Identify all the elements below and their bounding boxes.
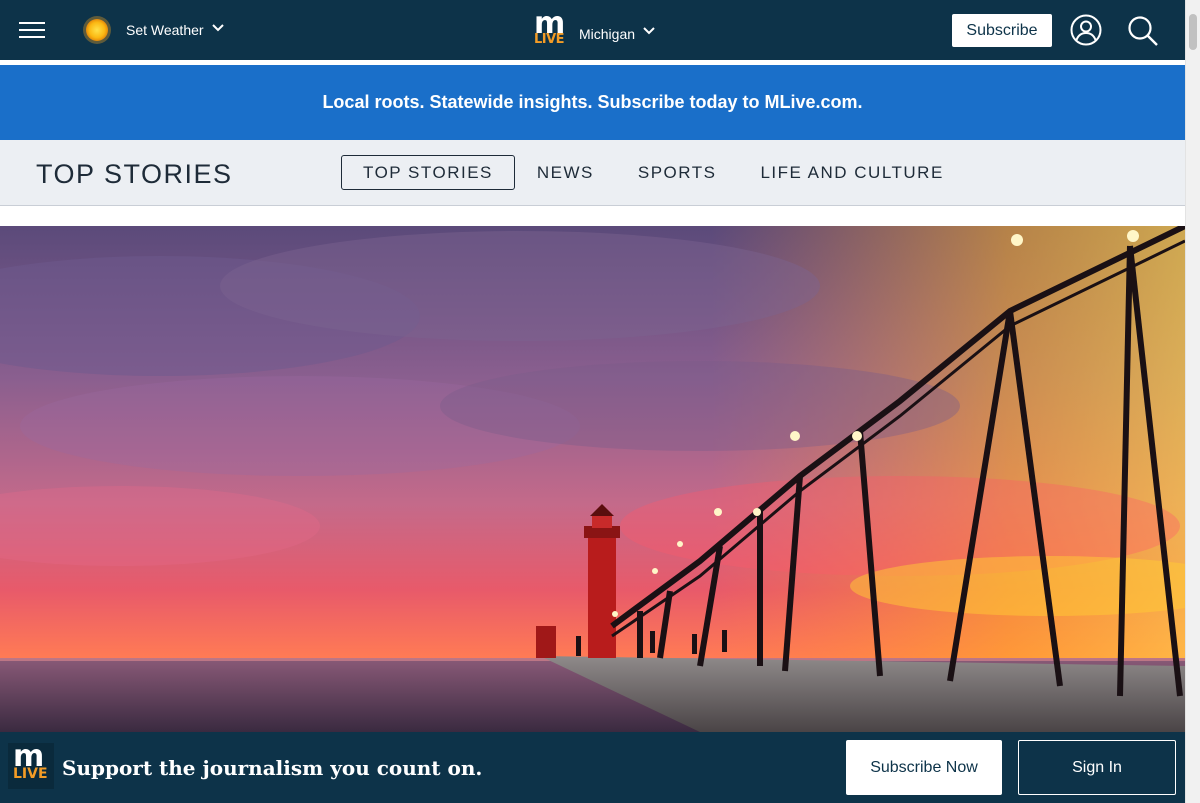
tab-life-and-culture[interactable]: LIFE AND CULTURE — [738, 155, 965, 190]
sign-in-button[interactable]: Sign In — [1018, 740, 1176, 795]
chevron-down-icon — [211, 24, 224, 32]
subscription-promo-banner[interactable]: Local roots. Statewide insights. Subscri… — [0, 65, 1185, 140]
weather-widget[interactable]: Set Weather — [82, 14, 224, 46]
section-title: TOP STORIES — [36, 159, 233, 189]
scrollbar-thumb[interactable] — [1189, 14, 1197, 50]
site-header: Set Weather m LIVE Michigan Subscribe — [0, 0, 1185, 62]
sun-icon — [83, 16, 111, 44]
subscribe-now-button[interactable]: Subscribe Now — [846, 740, 1002, 795]
mlive-logo: m LIVE — [8, 739, 54, 789]
support-text: Support the journalism you count on. — [62, 756, 483, 780]
tab-top-stories[interactable]: TOP STORIES — [341, 155, 515, 190]
search-icon[interactable] — [1127, 15, 1159, 47]
section-nav: TOP STORIES TOP STORIES NEWS SPORTS LIFE… — [0, 140, 1185, 206]
tab-sports[interactable]: SPORTS — [616, 155, 739, 190]
support-journalism-bar: m LIVE Support the journalism you count … — [0, 732, 1185, 803]
user-account-icon[interactable] — [1070, 14, 1102, 46]
tab-news[interactable]: NEWS — [515, 155, 616, 190]
logo-live: LIVE — [13, 766, 48, 782]
logo-live: LIVE — [534, 32, 565, 47]
hero-photo-lighthouse-sunset — [0, 226, 1185, 732]
region-selector[interactable]: m LIVE Michigan — [534, 6, 655, 48]
chevron-down-icon — [643, 27, 655, 35]
weather-label: Set Weather — [126, 22, 204, 38]
page: Set Weather m LIVE Michigan Subscribe Lo… — [0, 0, 1200, 803]
page-scrollbar[interactable] — [1185, 0, 1200, 803]
hero-image[interactable] — [0, 226, 1185, 732]
promo-text: Local roots. Statewide insights. Subscri… — [322, 92, 863, 112]
mlive-logo[interactable]: m LIVE — [534, 6, 570, 48]
region-label: Michigan — [579, 26, 636, 42]
subscribe-button[interactable]: Subscribe — [952, 14, 1052, 47]
hamburger-menu-icon[interactable] — [19, 22, 45, 42]
section-tabs: TOP STORIES NEWS SPORTS LIFE AND CULTURE — [341, 155, 966, 190]
